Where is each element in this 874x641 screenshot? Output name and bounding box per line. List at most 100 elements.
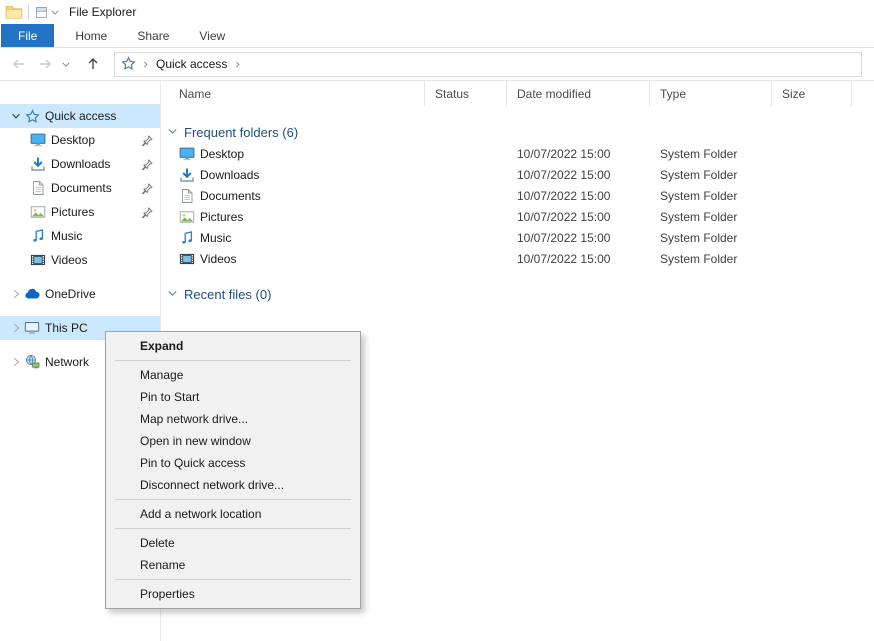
file-status-cell (425, 206, 507, 227)
group-header-recent-files-0[interactable]: Recent files (0) (161, 283, 874, 305)
sidebar-item-label: This PC (45, 321, 88, 335)
menu-item-map-network-drive[interactable]: Map network drive... (106, 408, 360, 430)
column-header-status[interactable]: Status (425, 81, 507, 107)
group-label: Frequent folders (6) (184, 125, 298, 140)
pin-icon (141, 158, 154, 171)
sidebar-item-label: Downloads (51, 157, 110, 171)
ribbon-tab-home[interactable]: Home (63, 24, 119, 47)
videos-icon (30, 252, 46, 268)
file-row-desktop[interactable]: Desktop10/07/2022 15:00System Folder (161, 143, 874, 164)
file-list: Frequent folders (6)Desktop10/07/2022 15… (161, 121, 874, 305)
menu-item-open-in-new-window[interactable]: Open in new window (106, 430, 360, 452)
menu-item-pin-to-quick-access[interactable]: Pin to Quick access (106, 452, 360, 474)
music-icon (30, 228, 46, 244)
file-name: Pictures (200, 210, 243, 224)
address-bar[interactable]: Quick access (114, 52, 862, 77)
breadcrumb-quick-access[interactable]: Quick access (156, 57, 227, 71)
chevron-right-icon[interactable] (8, 286, 24, 302)
sidebar-item-label: Pictures (51, 205, 94, 219)
menu-item-manage[interactable]: Manage (106, 364, 360, 386)
documents-icon (179, 188, 195, 204)
sidebar-item-label: Videos (51, 253, 87, 267)
sidebar-item-videos[interactable]: Videos (0, 248, 160, 272)
file-name-cell: Documents (161, 185, 425, 206)
file-size-cell (772, 206, 852, 227)
location-icon (121, 56, 137, 72)
sidebar-item-onedrive[interactable]: OneDrive (0, 282, 160, 306)
menu-separator (115, 499, 351, 500)
file-row-documents[interactable]: Documents10/07/2022 15:00System Folder (161, 185, 874, 206)
explorer-folder-icon (5, 3, 23, 21)
menu-item-disconnect-network-drive[interactable]: Disconnect network drive... (106, 474, 360, 496)
sidebar-item-label: Network (45, 355, 89, 369)
file-type-cell: System Folder (650, 227, 772, 248)
breadcrumb-chevron-icon[interactable] (233, 60, 242, 69)
file-row-music[interactable]: Music10/07/2022 15:00System Folder (161, 227, 874, 248)
file-explorer-window: File Explorer File Home Share View Quick ac… (0, 0, 874, 641)
quick-access-toolbar-icon[interactable] (34, 5, 48, 19)
window-title: File Explorer (69, 5, 136, 19)
sidebar-item-desktop[interactable]: Desktop (0, 128, 160, 152)
column-header-type[interactable]: Type (650, 81, 772, 107)
file-row-pictures[interactable]: Pictures 10/07/2022 15:00System Folder (161, 206, 874, 227)
desktop-icon (179, 146, 195, 162)
sidebar-item-label: Music (51, 229, 82, 243)
menu-separator (115, 528, 351, 529)
file-name-cell: Pictures (161, 206, 425, 227)
file-size-cell (772, 248, 852, 269)
file-name: Music (200, 231, 231, 245)
desktop-icon (30, 132, 46, 148)
column-header-name[interactable]: Name (161, 81, 425, 107)
documents-icon (30, 180, 46, 196)
file-date-modified-cell: 10/07/2022 15:00 (507, 248, 650, 269)
up-button[interactable] (80, 51, 106, 77)
ribbon-tabs: File Home Share View (0, 24, 874, 48)
title-bar: File Explorer (0, 0, 874, 24)
chevron-right-icon[interactable] (8, 354, 24, 370)
menu-item-properties[interactable]: Properties (106, 583, 360, 605)
file-status-cell (425, 164, 507, 185)
chevron-down-icon[interactable] (8, 108, 24, 124)
forward-button[interactable] (32, 51, 58, 77)
group-header-frequent-folders-6[interactable]: Frequent folders (6) (161, 121, 874, 143)
menu-item-delete[interactable]: Delete (106, 532, 360, 554)
breadcrumb-chevron-icon[interactable] (141, 60, 150, 69)
file-name-cell: Videos (161, 248, 425, 269)
file-name-cell: Desktop (161, 143, 425, 164)
sidebar-item-label: Quick access (45, 109, 116, 123)
sidebar-item-music[interactable]: Music (0, 224, 160, 248)
chevron-down-icon[interactable] (166, 287, 180, 301)
file-row-videos[interactable]: Videos 10/07/2022 15:00System Folder (161, 248, 874, 269)
sidebar-item-downloads[interactable]: Downloads (0, 152, 160, 176)
menu-item-add-a-network-location[interactable]: Add a network location (106, 503, 360, 525)
sidebar-item-quick-access[interactable]: Quick access (0, 104, 160, 128)
ribbon-tab-share[interactable]: Share (125, 24, 181, 47)
quick-access-star-icon (24, 108, 40, 124)
column-header-date-modified[interactable]: Date modified (507, 81, 650, 107)
menu-item-expand[interactable]: Expand (106, 335, 360, 357)
column-header-size[interactable]: Size (772, 81, 852, 107)
menu-item-pin-to-start[interactable]: Pin to Start (106, 386, 360, 408)
toolbar-separator (28, 5, 29, 19)
menu-item-rename[interactable]: Rename (106, 554, 360, 576)
ribbon-tab-view[interactable]: View (187, 24, 237, 47)
file-row-downloads[interactable]: Downloads10/07/2022 15:00System Folder (161, 164, 874, 185)
sidebar-item-pictures[interactable]: Pictures (0, 200, 160, 224)
file-date-modified-cell: 10/07/2022 15:00 (507, 206, 650, 227)
file-type-cell: System Folder (650, 164, 772, 185)
chevron-down-icon[interactable] (166, 125, 180, 139)
file-size-cell (772, 164, 852, 185)
back-button[interactable] (6, 51, 32, 77)
sidebar-item-documents[interactable]: Documents (0, 176, 160, 200)
file-name-cell: Downloads (161, 164, 425, 185)
file-size-cell (772, 143, 852, 164)
downloads-icon (30, 156, 46, 172)
file-type-cell: System Folder (650, 206, 772, 227)
file-date-modified-cell: 10/07/2022 15:00 (507, 185, 650, 206)
ribbon-tab-file[interactable]: File (1, 24, 54, 47)
pictures-icon (179, 209, 195, 225)
chevron-right-icon[interactable] (8, 320, 24, 336)
file-type-cell: System Folder (650, 248, 772, 269)
recent-locations-dropdown[interactable] (58, 51, 74, 77)
customize-toolbar-dropdown-icon[interactable] (51, 10, 59, 15)
